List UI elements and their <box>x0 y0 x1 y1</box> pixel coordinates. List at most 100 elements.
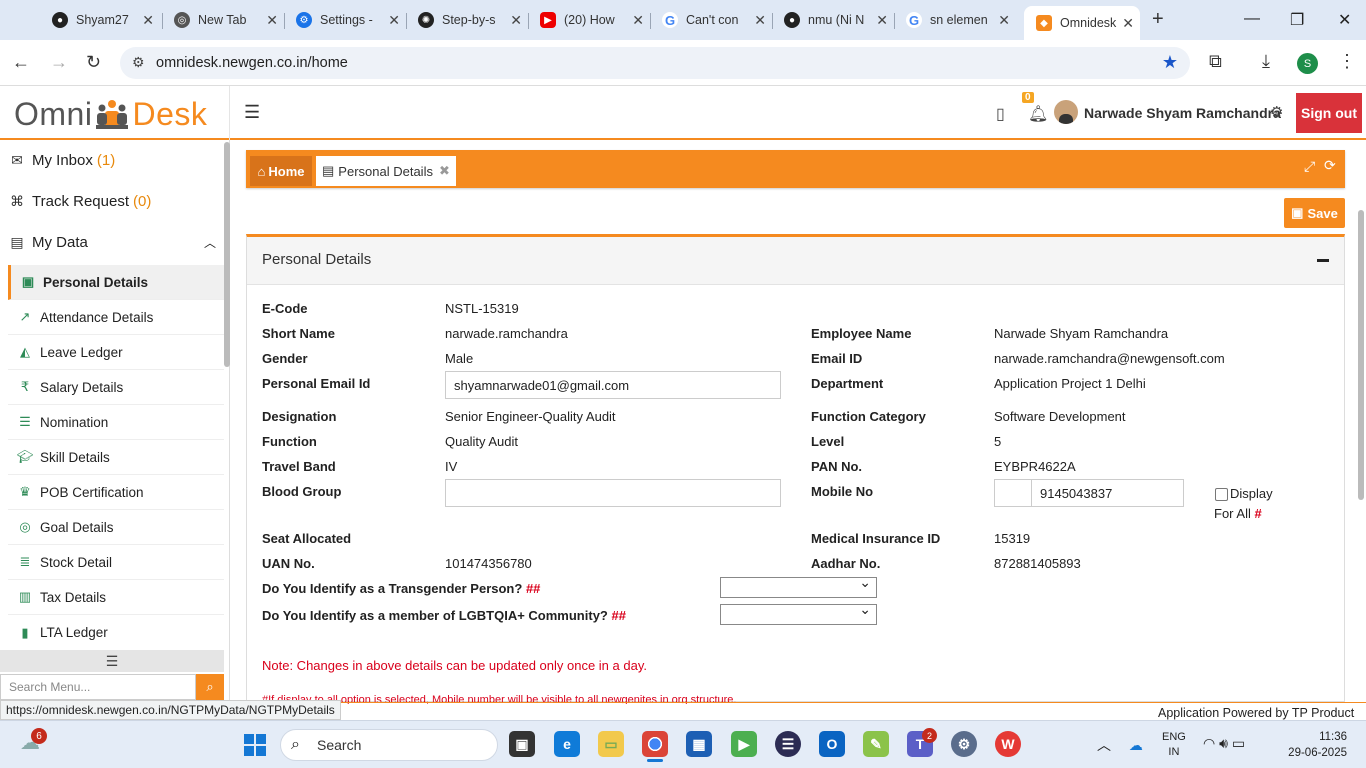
sidebar-item-nomination[interactable]: ☰ Nomination <box>8 405 224 440</box>
reload-icon[interactable]: ↻ <box>86 52 101 73</box>
outlook-icon[interactable]: O <box>819 731 845 757</box>
close-icon[interactable]: ✕ <box>510 12 522 29</box>
restore-icon[interactable]: ❐ <box>1290 10 1304 30</box>
bookmark-star-icon[interactable]: ★ <box>1162 52 1178 73</box>
tab-home[interactable]: ⌂ Home <box>250 156 312 186</box>
sidebar-item-stock-detail[interactable]: ≣ Stock Detail <box>8 545 224 580</box>
url-bar[interactable]: ⚙ omnidesk.newgen.co.in/home ★ <box>120 47 1190 79</box>
settings-gear-icon[interactable]: ⚙ <box>951 731 977 757</box>
sidebar-item-lta-ledger[interactable]: ▮ LTA Ledger <box>8 615 224 650</box>
user-avatar[interactable] <box>1054 100 1078 124</box>
tray-chevron-icon[interactable]: ︿ ☁ <box>1097 735 1143 755</box>
browser-tab-google-sn[interactable]: G sn elemen ✕ <box>894 6 1016 34</box>
area-chart-icon: ◭ <box>20 344 30 359</box>
tab-personal-details[interactable]: ▤ Personal Details ✖ <box>316 156 456 186</box>
close-icon[interactable]: ✕ <box>876 12 888 29</box>
close-icon[interactable]: ✕ <box>754 12 766 29</box>
sidebar-item-tax-details[interactable]: ▥ Tax Details <box>8 580 224 615</box>
sidebar-item-salary-details[interactable]: ₹ Salary Details <box>8 370 224 405</box>
time-text: 11:36 <box>1319 731 1347 743</box>
google-icon: G <box>662 12 678 28</box>
lgbtqia-select[interactable] <box>720 601 877 625</box>
save-button[interactable]: ▣ Save <box>1284 198 1345 228</box>
chevron-up-icon[interactable]: ︿ <box>204 234 216 251</box>
window-close-icon[interactable]: ✕ <box>1338 10 1351 30</box>
bell-icon[interactable]: 🔔︎ <box>1028 104 1048 124</box>
new-tab-button[interactable]: + <box>1152 8 1164 31</box>
eclipse-icon[interactable]: ☰ <box>775 731 801 757</box>
browser-tab-chatgpt[interactable]: ✺ Step-by-s ✕ <box>406 6 528 34</box>
transgender-select[interactable] <box>720 574 877 598</box>
hamburger-menu-icon[interactable]: ☰ <box>244 102 260 123</box>
sidebar-item-skill-details[interactable]: 🎓︎ Skill Details <box>8 440 224 475</box>
edge-icon[interactable]: e <box>554 731 580 757</box>
value-level: 5 <box>994 434 1002 449</box>
task-view-icon[interactable]: ▣ <box>509 731 535 757</box>
sidebar-item-my-inbox[interactable]: ✉ My Inbox (1) <box>0 140 224 180</box>
close-icon[interactable]: ✕ <box>266 12 278 29</box>
sidebar-item-personal-details[interactable]: ▣ Personal Details <box>8 265 224 300</box>
browser-tab-new[interactable]: ◎ New Tab ✕ <box>162 6 284 34</box>
sidebar-item-track-request[interactable]: ⌘ Track Request (0) <box>0 181 224 221</box>
close-icon[interactable]: ✕ <box>632 12 644 29</box>
minimize-icon[interactable]: — <box>1244 10 1260 28</box>
taskbar-search[interactable]: ⌕ Search <box>280 729 498 761</box>
display-for-all-checkbox[interactable] <box>1215 488 1228 501</box>
close-icon[interactable]: ✕ <box>388 12 400 29</box>
forward-arrow-icon[interactable]: → <box>50 52 68 73</box>
map-icon[interactable]: ▯ <box>996 104 1005 124</box>
extensions-icon[interactable]: ⧉ <box>1209 51 1222 72</box>
onedrive-cloud-icon[interactable]: ☁ <box>1129 737 1143 753</box>
label-medical-insurance: Medical Insurance ID <box>811 531 941 546</box>
mobile-number-field[interactable]: 9145043837 <box>1031 479 1184 507</box>
close-icon[interactable]: ✕ <box>1122 15 1134 32</box>
search-icon[interactable]: ⌕ <box>196 674 224 700</box>
store-icon[interactable]: ▦ <box>686 731 712 757</box>
browser-tab-github[interactable]: ● Shyam27 ✕ <box>40 6 160 34</box>
sidebar-item-leave-ledger[interactable]: ◭ Leave Ledger <box>8 335 224 370</box>
system-tray[interactable]: ◠ 🔊︎ ▭ <box>1203 735 1245 752</box>
user-name[interactable]: Narwade Shyam Ramchandra <box>1084 105 1281 121</box>
notification-count-badge: 0 <box>1022 92 1034 103</box>
expand-icon[interactable]: ⤢ <box>1304 158 1315 175</box>
blood-group-field[interactable] <box>445 479 781 507</box>
download-icon[interactable]: ⤓ <box>1262 51 1270 72</box>
browser-tab-settings[interactable]: ⚙ Settings - ✕ <box>284 6 406 34</box>
browser-tab-google[interactable]: G Can't con ✕ <box>650 6 772 34</box>
close-icon[interactable]: ✕ <box>998 12 1010 29</box>
browser-tab-youtube[interactable]: ▶ (20) How ✕ <box>528 6 650 34</box>
profile-avatar[interactable]: S <box>1297 53 1318 74</box>
label-pan: PAN No. <box>811 459 863 474</box>
clock[interactable]: 11:36 29-06-2025 <box>1285 729 1347 761</box>
browser-tab-omnidesk[interactable]: ◆ Omnidesk ✕ <box>1024 6 1140 40</box>
chrome-icon[interactable] <box>642 731 668 757</box>
back-arrow-icon[interactable]: ← <box>12 52 30 73</box>
sidebar-item-my-data[interactable]: ▤ My Data ︿ <box>0 222 224 262</box>
language-indicator[interactable]: ENG IN <box>1162 730 1186 760</box>
collapse-icon[interactable] <box>1317 259 1329 262</box>
mobile-country-code-field[interactable] <box>994 479 1032 507</box>
media-player-icon[interactable]: ▶ <box>731 731 757 757</box>
main-scrollbar[interactable] <box>1358 210 1364 500</box>
site-info-icon[interactable]: ⚙ <box>132 54 145 71</box>
sidebar-item-pob-certification[interactable]: ♛ POB Certification <box>8 475 224 510</box>
browser-tab-github-nmu[interactable]: ● nmu (Ni N ✕ <box>772 6 894 34</box>
sidebar-item-attendance-details[interactable]: ↗ Attendance Details <box>8 300 224 335</box>
sidebar-item-goal-details[interactable]: ◎ Goal Details <box>8 510 224 545</box>
close-icon[interactable]: ✖ <box>439 163 450 179</box>
personal-email-field[interactable]: shyamnarwade01@gmail.com <box>445 371 781 399</box>
browser-menu-icon[interactable]: ⋮ <box>1338 51 1356 72</box>
refresh-icon[interactable]: ⟳ <box>1324 157 1336 174</box>
wps-office-icon[interactable]: W <box>995 731 1021 757</box>
settings-gears-icon[interactable]: ⚙ <box>1270 103 1283 121</box>
file-explorer-icon[interactable]: ▭ <box>598 731 624 757</box>
sidebar-menu-toggle[interactable]: ☰ <box>0 650 224 672</box>
close-icon[interactable]: ✕ <box>142 12 154 29</box>
omnidesk-logo[interactable]: Omni Desk <box>14 96 207 133</box>
sign-out-button[interactable]: Sign out <box>1296 93 1362 133</box>
windows-start-icon[interactable] <box>244 734 266 756</box>
sidebar-item-label: Stock Detail <box>40 554 113 570</box>
search-menu-input[interactable]: Search Menu... <box>0 674 196 700</box>
notepad-icon[interactable]: ✎ <box>863 731 889 757</box>
main-content: ⌂ Home ▤ Personal Details ✖ ⤢ ⟳ ▣ Save P… <box>230 140 1366 704</box>
